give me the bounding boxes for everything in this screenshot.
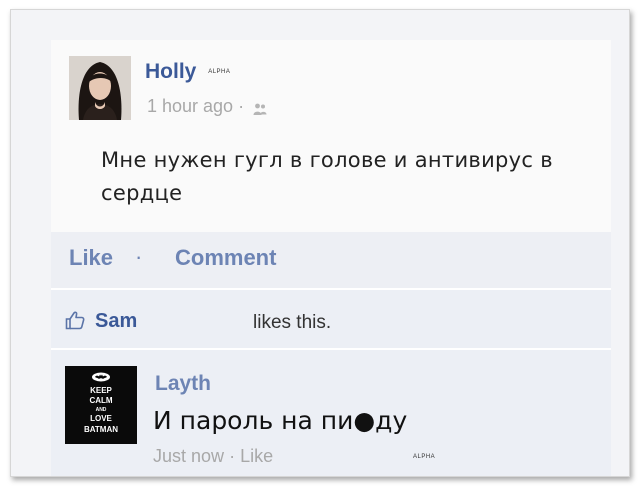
post-time[interactable]: 1 hour ago bbox=[147, 96, 233, 116]
avatar-line-4: LOVE bbox=[90, 414, 112, 423]
meta-separator: · bbox=[238, 96, 245, 116]
avatar-line-2: CALM bbox=[89, 396, 113, 405]
batman-logo-icon bbox=[92, 372, 110, 382]
post-actions: Like · Comment bbox=[51, 232, 611, 288]
actions-separator: · bbox=[135, 244, 143, 269]
comment: KEEP CALM AND LOVE BATMAN Layth И пароль… bbox=[51, 350, 611, 476]
author-avatar[interactable] bbox=[69, 56, 131, 120]
avatar-photo bbox=[69, 56, 131, 120]
commenter-avatar[interactable]: KEEP CALM AND LOVE BATMAN bbox=[65, 366, 137, 444]
comment-meta-separator: · bbox=[229, 446, 236, 466]
thumbs-up-icon bbox=[65, 310, 85, 330]
avatar-line-5: BATMAN bbox=[83, 425, 119, 434]
comment-button[interactable]: Comment bbox=[175, 245, 276, 271]
likes-bar: Sam likes this. bbox=[51, 290, 611, 348]
comment-like-button[interactable]: Like bbox=[240, 446, 273, 466]
avatar-line-1: KEEP bbox=[90, 386, 112, 395]
comment-meta: Just now · Like bbox=[153, 446, 273, 467]
post-meta: 1 hour ago · bbox=[147, 96, 267, 117]
comment-text: И пароль на пи●ду bbox=[153, 406, 408, 435]
like-button[interactable]: Like bbox=[69, 245, 113, 271]
post: Holly ALPHA 1 hour ago · Мне нужен гугл … bbox=[51, 40, 611, 232]
alpha-badge: ALPHA bbox=[208, 69, 231, 76]
screenshot-frame: Holly ALPHA 1 hour ago · Мне нужен гугл … bbox=[10, 9, 630, 477]
avatar-line-3: AND bbox=[95, 407, 107, 413]
liker-name[interactable]: Sam bbox=[95, 310, 137, 333]
post-text: Мне нужен гугл в голове и антивирус в се… bbox=[101, 148, 553, 205]
friends-icon[interactable] bbox=[253, 100, 267, 116]
post-author[interactable]: Holly ALPHA bbox=[145, 60, 230, 84]
comment-time[interactable]: Just now bbox=[153, 446, 224, 466]
likes-text: likes this. bbox=[253, 312, 332, 333]
comment-author[interactable]: Layth bbox=[155, 372, 211, 396]
post-card: Holly ALPHA 1 hour ago · Мне нужен гугл … bbox=[51, 40, 611, 476]
comment-alpha-badge: ALPHA bbox=[413, 454, 436, 460]
post-author-name[interactable]: Holly bbox=[145, 60, 196, 83]
